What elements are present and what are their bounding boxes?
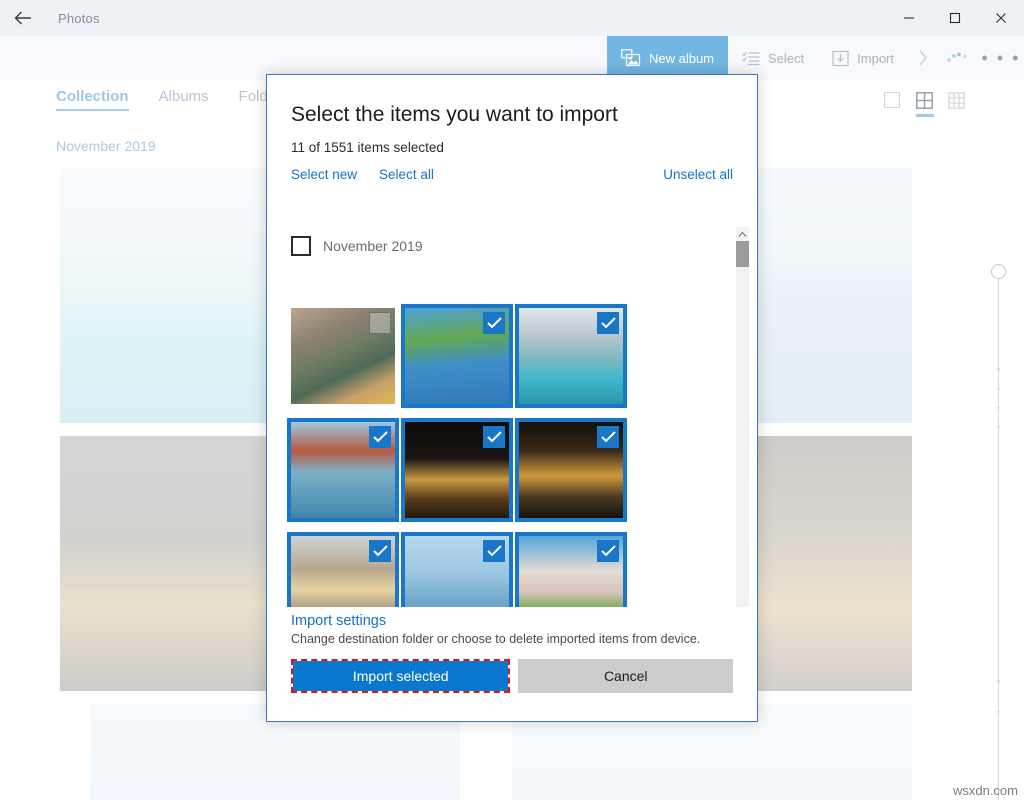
timeline-dot [997, 425, 1000, 428]
select-label: Select [768, 51, 804, 66]
import-items-dialog: Select the items you want to import 11 o… [266, 74, 758, 722]
item-checkbox-unchecked[interactable] [369, 312, 391, 334]
tab-collection[interactable]: Collection [56, 88, 129, 111]
window-controls [886, 0, 1024, 36]
item-thumbnail [287, 418, 399, 522]
dialog-scrollbar-thumb[interactable] [736, 241, 749, 267]
dialog-title: Select the items you want to import [267, 75, 757, 127]
watermark-text: wsxdn.com [953, 783, 1018, 798]
timeline-dot [997, 368, 1000, 371]
select-new-link[interactable]: Select new [291, 167, 357, 182]
import-selected-button[interactable]: Import selected [293, 661, 508, 691]
minimize-button[interactable] [886, 0, 932, 36]
timeline-dot [997, 387, 1000, 390]
import-item[interactable] [405, 304, 519, 418]
close-button[interactable] [978, 0, 1024, 36]
import-button[interactable]: Import [818, 36, 908, 80]
tab-albums[interactable]: Albums [159, 88, 209, 111]
import-item[interactable] [519, 304, 633, 418]
dialog-selection-count: 11 of 1551 items selected [267, 127, 757, 155]
dialog-selection-links: Select new Select all Unselect all [267, 155, 757, 182]
chevron-right-icon[interactable] [908, 36, 938, 80]
view-size-controls [884, 92, 966, 110]
tab-albums-label: Albums [159, 88, 209, 105]
timeline-scrollbar[interactable]: 2019 [984, 180, 1014, 800]
app-title: Photos [58, 11, 100, 26]
import-item[interactable] [519, 418, 633, 532]
item-thumbnail [401, 418, 513, 522]
item-thumbnail [291, 308, 395, 404]
timeline-dot [997, 710, 1000, 713]
more-options-button[interactable]: • • • [978, 36, 1024, 80]
new-album-label: New album [649, 51, 714, 66]
maximize-button[interactable] [932, 0, 978, 36]
view-size-large-icon[interactable] [884, 92, 902, 110]
back-button[interactable] [0, 0, 46, 36]
import-item[interactable] [291, 418, 405, 532]
import-item[interactable] [291, 304, 405, 418]
item-checkbox-checked[interactable] [597, 426, 619, 448]
view-size-small-icon[interactable] [948, 92, 966, 110]
tab-collection-label: Collection [56, 88, 129, 105]
import-settings-link[interactable]: Import settings [291, 607, 733, 629]
loading-dots-icon [938, 36, 978, 80]
collection-tabs: Collection Albums Folders [56, 88, 289, 111]
group-label: November 2019 [323, 238, 423, 254]
cancel-button[interactable]: Cancel [518, 659, 733, 693]
item-thumbnail [515, 418, 627, 522]
new-album-icon [621, 49, 641, 67]
group-checkbox-november-2019[interactable] [291, 236, 311, 256]
dialog-footer: Import settings Change destination folde… [267, 607, 757, 721]
item-checkbox-checked[interactable] [369, 540, 391, 562]
item-thumbnail [515, 304, 627, 408]
unselect-all-link[interactable]: Unselect all [663, 167, 733, 182]
view-size-medium-icon[interactable] [916, 92, 934, 110]
item-checkbox-checked[interactable] [597, 312, 619, 334]
select-list-icon [742, 50, 760, 66]
item-thumbnail [401, 304, 513, 408]
item-checkbox-checked[interactable] [483, 312, 505, 334]
photos-app-window: Photos New album [0, 0, 1024, 800]
dialog-button-row: Import selected Cancel [291, 646, 733, 721]
timeline-handle[interactable] [991, 264, 1006, 279]
item-checkbox-checked[interactable] [483, 540, 505, 562]
select-all-link[interactable]: Select all [379, 167, 434, 182]
import-download-icon [832, 50, 849, 67]
title-bar: Photos [0, 0, 1024, 36]
item-checkbox-checked[interactable] [483, 426, 505, 448]
scroll-up-arrow-icon[interactable] [736, 227, 749, 241]
item-checkbox-checked[interactable] [369, 426, 391, 448]
import-item[interactable] [405, 418, 519, 532]
item-checkbox-checked[interactable] [597, 540, 619, 562]
collection-month-heading: November 2019 [56, 138, 156, 154]
timeline-dot [997, 680, 1000, 683]
timeline-dot [997, 406, 1000, 409]
import-selected-highlight: Import selected [291, 659, 510, 693]
group-header-november-2019: November 2019 [267, 232, 757, 256]
import-settings-description: Change destination folder or choose to d… [291, 629, 733, 646]
timeline-track [998, 276, 999, 800]
import-label: Import [857, 51, 894, 66]
